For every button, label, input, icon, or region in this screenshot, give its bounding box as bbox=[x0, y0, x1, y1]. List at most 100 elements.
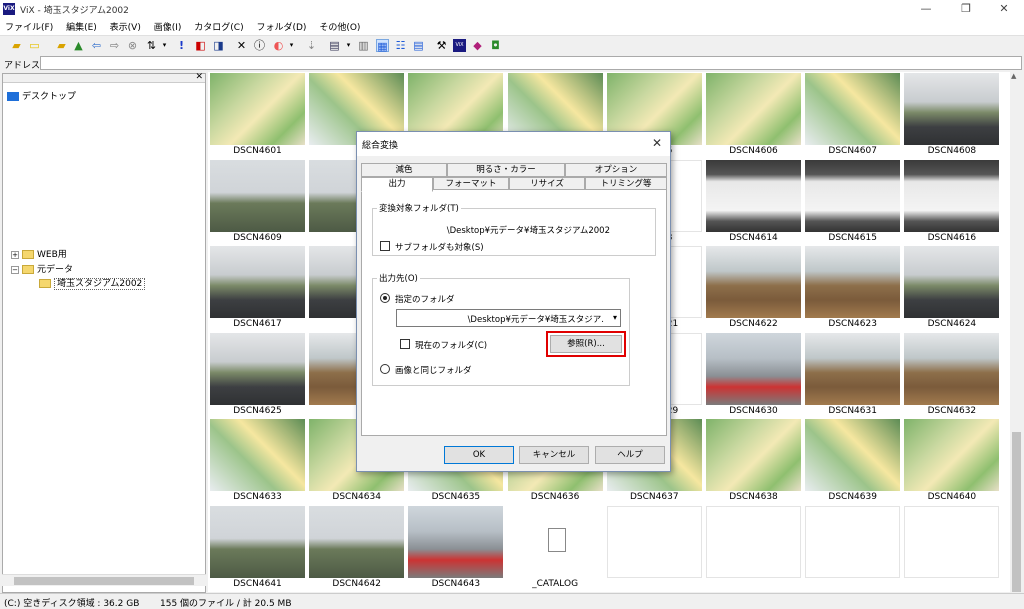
tab-color-reduction[interactable]: 減色 bbox=[361, 163, 447, 177]
forward-icon[interactable]: ⇨ bbox=[108, 39, 121, 52]
chevron-down-icon: ▾ bbox=[612, 313, 617, 322]
thumbnail-size-dropdown-icon[interactable]: ▾ bbox=[342, 39, 355, 52]
tab-options[interactable]: オプション bbox=[565, 163, 667, 177]
thumbnail-size-icon[interactable]: ▤ bbox=[328, 39, 341, 52]
thumbnail-cell[interactable]: DSCN4631 bbox=[803, 331, 903, 419]
thumbnail-cell[interactable]: DSCN4608 bbox=[902, 72, 1002, 159]
grid-vertical-scrollbar[interactable]: ▲ bbox=[1010, 72, 1023, 592]
thumbnail-cell[interactable]: DSCN4639 bbox=[803, 418, 903, 505]
color-icon[interactable]: ◐ bbox=[272, 39, 285, 52]
thumbnail-cell[interactable]: DSCN4642 bbox=[307, 504, 407, 592]
stop-icon[interactable]: ⊗ bbox=[126, 39, 139, 52]
thumbnail-cell[interactable] bbox=[902, 504, 1002, 592]
thumbnail-cell[interactable] bbox=[604, 504, 704, 592]
address-input[interactable] bbox=[40, 56, 1022, 70]
thumbnail-cell[interactable]: DSCN4615 bbox=[803, 158, 903, 246]
new-folder-icon[interactable]: ▰ bbox=[55, 39, 68, 52]
details-view-icon[interactable]: ▤ bbox=[412, 39, 425, 52]
thumbnail-cell[interactable] bbox=[803, 504, 903, 592]
thumbnail-cell[interactable]: DSCN4609 bbox=[208, 158, 307, 246]
download-icon[interactable]: ⇣ bbox=[305, 39, 318, 52]
thumbnail-cell[interactable]: DSCN4606 bbox=[704, 72, 803, 159]
help-button[interactable]: ヘルプ bbox=[595, 446, 665, 464]
tree-item-saitama[interactable]: 埼玉スタジアム2002 bbox=[39, 276, 146, 290]
thumbnail-caption-partial: 29 bbox=[666, 405, 679, 416]
specified-folder-radio[interactable] bbox=[380, 293, 390, 303]
restore-button[interactable]: ❐ bbox=[946, 0, 986, 18]
thumbnail-image bbox=[706, 419, 801, 491]
thumbnail-cell[interactable]: _CATALOG bbox=[505, 504, 605, 592]
slideshow-icon[interactable]: ◧ bbox=[194, 39, 207, 52]
folder-icon bbox=[22, 265, 34, 274]
trash-icon[interactable]: ▥ bbox=[357, 39, 370, 52]
back-icon[interactable]: ⇦ bbox=[90, 39, 103, 52]
sort-icon[interactable]: ⇅ bbox=[145, 39, 158, 52]
info-icon[interactable]: ! bbox=[175, 39, 188, 52]
thumbnail-cell[interactable]: DSCN4632 bbox=[902, 331, 1002, 419]
thumbnail-cell[interactable]: DSCN4601 bbox=[208, 72, 307, 159]
menu-file[interactable]: ファイル(F) bbox=[0, 18, 58, 33]
sort-dropdown-icon[interactable]: ▾ bbox=[158, 39, 171, 52]
thumbnail-image bbox=[210, 419, 305, 491]
thumbnail-cell[interactable]: DSCN4624 bbox=[902, 245, 1002, 332]
tab-brightness-color[interactable]: 明るさ・カラー bbox=[447, 163, 565, 177]
thumbnail-cell[interactable]: DSCN4630 bbox=[704, 331, 803, 419]
expand-icon[interactable]: + bbox=[11, 250, 19, 259]
tree-horizontal-scrollbar[interactable] bbox=[2, 574, 206, 586]
ok-button[interactable]: OK bbox=[444, 446, 514, 464]
thumbnail-cell[interactable]: DSCN4643 bbox=[406, 504, 506, 592]
color-dropdown-icon[interactable]: ▾ bbox=[285, 39, 298, 52]
property-icon[interactable]: ⓘ bbox=[253, 39, 266, 52]
book-icon[interactable]: ◆ bbox=[471, 39, 484, 52]
delete-icon[interactable]: ✕ bbox=[235, 39, 248, 52]
same-as-image-folder-radio-label: 画像と同じフォルダ bbox=[395, 366, 472, 376]
source-folder-group-label: 変換対象フォルダ(T) bbox=[377, 202, 461, 214]
same-as-image-folder-radio[interactable] bbox=[380, 364, 390, 374]
folder-tree: ✕ デスクトップ + WEB用 − 元データ 埼玉スタジアム2002 bbox=[2, 72, 206, 593]
conversion-dialog: 総合変換 ✕ 減色 明るさ・カラー オプション 出力 フォーマット リサイズ ト… bbox=[356, 131, 671, 472]
list-view-icon[interactable]: ☷ bbox=[394, 39, 407, 52]
thumbnail-cell[interactable] bbox=[704, 504, 803, 592]
close-button[interactable]: ✕ bbox=[984, 0, 1024, 18]
tab-output[interactable]: 出力 bbox=[361, 177, 433, 192]
menu-view[interactable]: 表示(V) bbox=[105, 18, 146, 33]
thumbnail-cell[interactable]: DSCN4640 bbox=[902, 418, 1002, 505]
tree-close-icon[interactable]: ✕ bbox=[195, 72, 203, 82]
thumbnail-cell[interactable]: DSCN4622 bbox=[704, 245, 803, 332]
cancel-button[interactable]: キャンセル bbox=[519, 446, 589, 464]
menu-other[interactable]: その他(O) bbox=[314, 18, 365, 33]
thumbnail-cell[interactable]: DSCN4638 bbox=[704, 418, 803, 505]
up-folder-icon[interactable]: ▲ bbox=[72, 39, 85, 52]
collapse-icon[interactable]: − bbox=[11, 265, 19, 274]
thumbnail-cell[interactable]: DSCN4633 bbox=[208, 418, 307, 505]
subfolder-checkbox[interactable] bbox=[380, 241, 390, 251]
thumbnail-cell[interactable]: DSCN4616 bbox=[902, 158, 1002, 246]
open-folder-icon[interactable]: ▰ bbox=[10, 39, 23, 52]
dialog-close-icon[interactable]: ✕ bbox=[652, 136, 662, 150]
tree-item-moto[interactable]: − 元データ bbox=[11, 262, 73, 275]
tools-icon[interactable]: ⚒ bbox=[435, 39, 448, 52]
thumbnail-cell[interactable]: DSCN4641 bbox=[208, 504, 307, 592]
menu-image[interactable]: 画像(I) bbox=[149, 18, 187, 33]
view-icon[interactable]: ◨ bbox=[212, 39, 225, 52]
vix-icon[interactable]: ViX bbox=[453, 39, 466, 52]
thumbnail-cell[interactable]: DSCN4625 bbox=[208, 331, 307, 419]
scroll-thumb[interactable] bbox=[14, 577, 194, 585]
exit-icon[interactable]: ◘ bbox=[489, 39, 502, 52]
tree-item-web[interactable]: + WEB用 bbox=[11, 247, 67, 260]
thumbnail-cell[interactable]: DSCN4614 bbox=[704, 158, 803, 246]
large-icons-view-icon[interactable]: ▦ bbox=[376, 39, 389, 53]
thumbnail-cell[interactable]: DSCN4607 bbox=[803, 72, 903, 159]
tree-item-desktop[interactable]: デスクトップ bbox=[7, 89, 76, 102]
destination-folder-combo[interactable]: \Desktop¥元データ¥埼玉スタジア. ▾ bbox=[396, 309, 621, 327]
menu-edit[interactable]: 編集(E) bbox=[61, 18, 102, 33]
menu-folder[interactable]: フォルダ(D) bbox=[251, 18, 311, 33]
thumbnail-cell[interactable]: DSCN4617 bbox=[208, 245, 307, 332]
scroll-up-icon[interactable]: ▲ bbox=[1011, 72, 1016, 80]
menu-catalog[interactable]: カタログ(C) bbox=[189, 18, 248, 33]
folder-icon[interactable]: ▭ bbox=[28, 39, 41, 52]
current-folder-checkbox[interactable] bbox=[400, 339, 410, 349]
minimize-button[interactable]: — bbox=[906, 0, 946, 18]
scroll-thumb[interactable] bbox=[1012, 432, 1021, 592]
thumbnail-cell[interactable]: DSCN4623 bbox=[803, 245, 903, 332]
